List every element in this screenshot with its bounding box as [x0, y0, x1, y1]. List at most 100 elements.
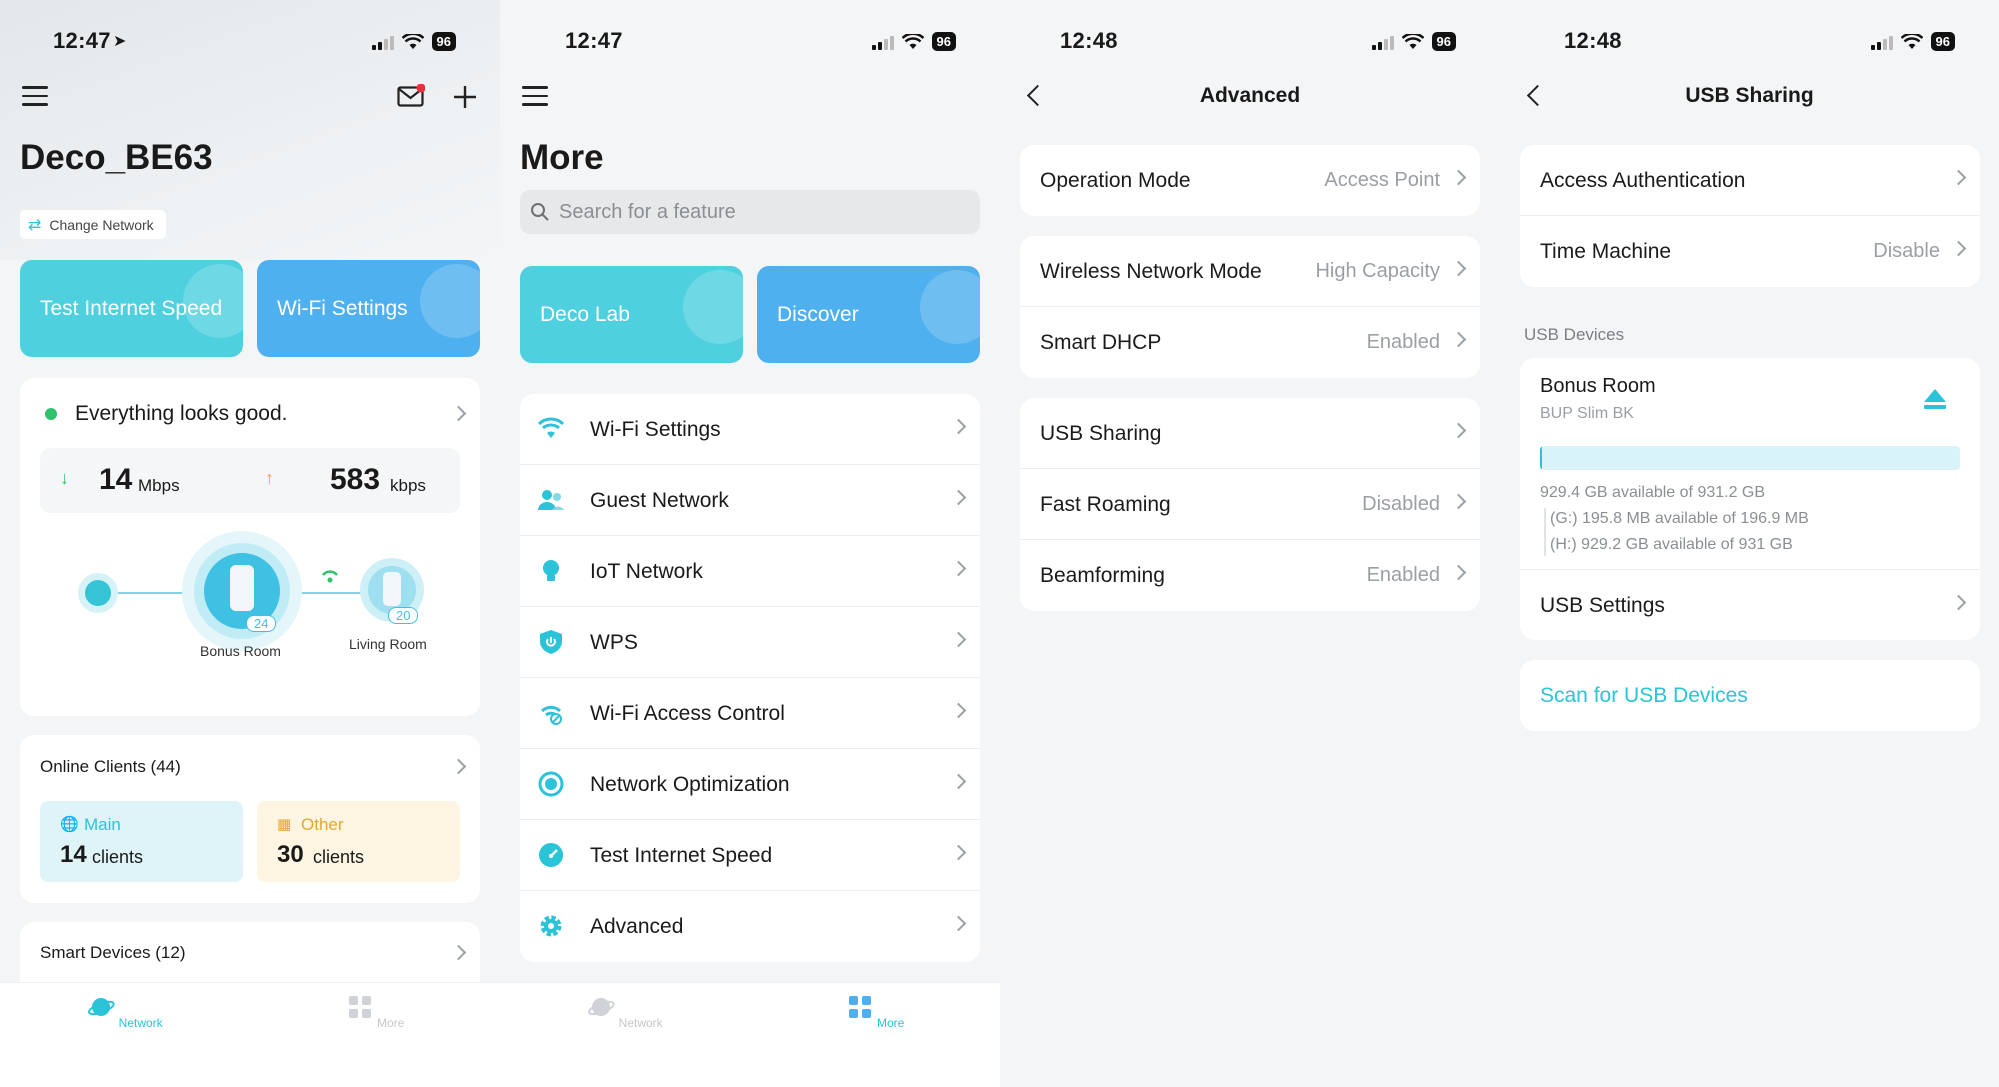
network-screen: 12:47 ➤ 96 Deco_BE63 ⇄ Change Network Te…: [0, 0, 500, 1087]
row-operation-mode[interactable]: Operation Mode Access Point: [1020, 145, 1480, 216]
menu-item-wps[interactable]: WPS: [520, 607, 980, 678]
row-label: Access Authentication: [1540, 169, 1746, 192]
deco-lab-tile[interactable]: Deco Lab: [520, 266, 743, 363]
battery-icon: 96: [1431, 32, 1456, 51]
network-status-card[interactable]: Everything looks good. ↓ 14 Mbps ↑ 583 k…: [20, 378, 480, 716]
row-access-authentication[interactable]: Access Authentication: [1520, 145, 1980, 216]
download-value: 14: [99, 463, 133, 496]
row-value: Disable: [1873, 240, 1940, 262]
cellular-signal-icon: [1371, 34, 1394, 50]
chevron-right-icon: [1950, 240, 1967, 257]
menu-item-label: IoT Network: [590, 560, 703, 583]
upload-unit: kbps: [390, 476, 426, 495]
row-usb-sharing[interactable]: USB Sharing: [1020, 398, 1480, 469]
row-fast-roaming[interactable]: Fast Roaming Disabled: [1020, 469, 1480, 540]
wifi-icon: [538, 417, 564, 438]
cellular-signal-icon: [871, 34, 894, 50]
menu-item-wifi-settings[interactable]: Wi-Fi Settings: [520, 394, 980, 465]
add-icon[interactable]: [452, 84, 478, 110]
discover-tile[interactable]: Discover: [757, 266, 980, 363]
location-arrow-icon: ➤: [113, 33, 127, 50]
chevron-right-icon: [950, 418, 967, 435]
other-clients-count: 30: [277, 841, 304, 868]
menu-item-iot-network[interactable]: IoT Network: [520, 536, 980, 607]
scan-usb-button[interactable]: Scan for USB Devices: [1540, 660, 1748, 731]
toolbox-icon: [683, 270, 743, 344]
wifi-settings-tile[interactable]: Wi-Fi Settings: [257, 260, 480, 357]
usb-device-card: Bonus Room BUP Slim BK 929.4 GB availabl…: [1520, 358, 1980, 640]
menu-icon[interactable]: [22, 86, 48, 106]
tab-more[interactable]: More: [825, 993, 925, 1030]
row-beamforming[interactable]: Beamforming Enabled: [1020, 540, 1480, 611]
status-text: Everything looks good.: [75, 402, 288, 425]
status-bar: 12:48 96: [1000, 28, 1500, 58]
chevron-right-icon: [1450, 331, 1467, 348]
menu-item-access-control[interactable]: Wi-Fi Access Control: [520, 678, 980, 749]
chevron-right-icon: [950, 844, 967, 861]
main-clients-suffix: clients: [92, 847, 144, 867]
menu-item-label: Test Internet Speed: [590, 844, 773, 867]
row-label: Fast Roaming: [1040, 493, 1171, 516]
more-screen: 12:47 96 More Search for a feature Deco …: [500, 0, 1000, 1087]
tab-network[interactable]: Network: [75, 993, 175, 1030]
usb-sharing-screen: 12:48 96 USB Sharing Access Authenticati…: [1500, 0, 1999, 1087]
row-value: High Capacity: [1315, 260, 1440, 282]
planet-icon: [88, 998, 115, 1016]
search-placeholder: Search for a feature: [559, 201, 736, 223]
clock: 12:47: [565, 28, 623, 53]
grid-tab-icon: [848, 996, 871, 1018]
wireless-card: Wireless Network Mode High Capacity Smar…: [1020, 236, 1480, 378]
chevron-right-icon: [1450, 493, 1467, 510]
battery-icon: 96: [431, 32, 456, 51]
wifi-tile-icon: [420, 264, 480, 338]
test-speed-tile[interactable]: Test Internet Speed: [20, 260, 243, 357]
satellite-node-label: Living Room: [349, 636, 427, 652]
partition-h: (H:) 929.2 GB available of 931 GB: [1550, 536, 1793, 553]
main-clients-box[interactable]: 🌐 Main 14 clients: [40, 801, 243, 882]
chevron-right-icon: [450, 944, 467, 961]
search-input[interactable]: Search for a feature: [520, 190, 980, 234]
discover-label: Discover: [777, 303, 859, 326]
row-value: Enabled: [1366, 564, 1440, 586]
row-smart-dhcp[interactable]: Smart DHCP Enabled: [1020, 307, 1480, 378]
network-title: Deco_BE63: [20, 138, 213, 177]
clock: 12:48: [1060, 28, 1118, 53]
storage-bar-fill: [1540, 446, 1542, 470]
other-clients-box[interactable]: ▦ Other 30 clients: [257, 801, 460, 882]
tab-network[interactable]: Network: [575, 993, 675, 1030]
menu-item-advanced[interactable]: Advanced: [520, 891, 980, 962]
eject-icon[interactable]: [1923, 388, 1947, 410]
row-wireless-mode[interactable]: Wireless Network Mode High Capacity: [1020, 236, 1480, 307]
menu-item-test-speed[interactable]: Test Internet Speed: [520, 820, 980, 891]
satellite-node-count: 20: [388, 607, 419, 624]
mail-icon[interactable]: [397, 84, 425, 108]
change-network-label: Change Network: [49, 216, 154, 233]
status-bar: 12:47 ➤ 96: [0, 28, 500, 58]
online-clients-card[interactable]: Online Clients (44) 🌐 Main 14 clients ▦ …: [20, 735, 480, 903]
online-clients-label: Online Clients (44): [40, 757, 181, 776]
chevron-right-icon: [950, 489, 967, 506]
row-usb-settings[interactable]: USB Settings: [1520, 569, 1980, 640]
tab-more-label: More: [877, 1016, 905, 1030]
usb-options-card: Access Authentication Time Machine Disab…: [1520, 145, 1980, 287]
page-title: USB Sharing: [1685, 84, 1814, 107]
menu-icon[interactable]: [522, 86, 548, 106]
tab-network-label: Network: [118, 1016, 163, 1030]
row-time-machine[interactable]: Time Machine Disable: [1520, 216, 1980, 287]
tab-bar: Network More: [500, 982, 1000, 1087]
gear-icon: [540, 915, 562, 937]
menu-item-network-optimization[interactable]: Network Optimization: [520, 749, 980, 820]
status-bar: 12:47 96: [500, 28, 1000, 58]
change-network-button[interactable]: ⇄ Change Network: [20, 210, 166, 239]
wifi-block-icon: [540, 705, 562, 725]
chevron-right-icon: [950, 915, 967, 932]
download-unit: Mbps: [138, 476, 180, 495]
battery-icon: 96: [931, 32, 956, 51]
other-clients-label: Other: [301, 815, 344, 834]
menu-item-guest-network[interactable]: Guest Network: [520, 465, 980, 536]
chevron-right-icon: [1450, 564, 1467, 581]
swap-icon: ⇄: [28, 216, 42, 234]
main-clients-label: Main: [84, 815, 121, 834]
tab-more[interactable]: More: [325, 993, 425, 1030]
menu-item-label: Wi-Fi Settings: [590, 418, 721, 441]
